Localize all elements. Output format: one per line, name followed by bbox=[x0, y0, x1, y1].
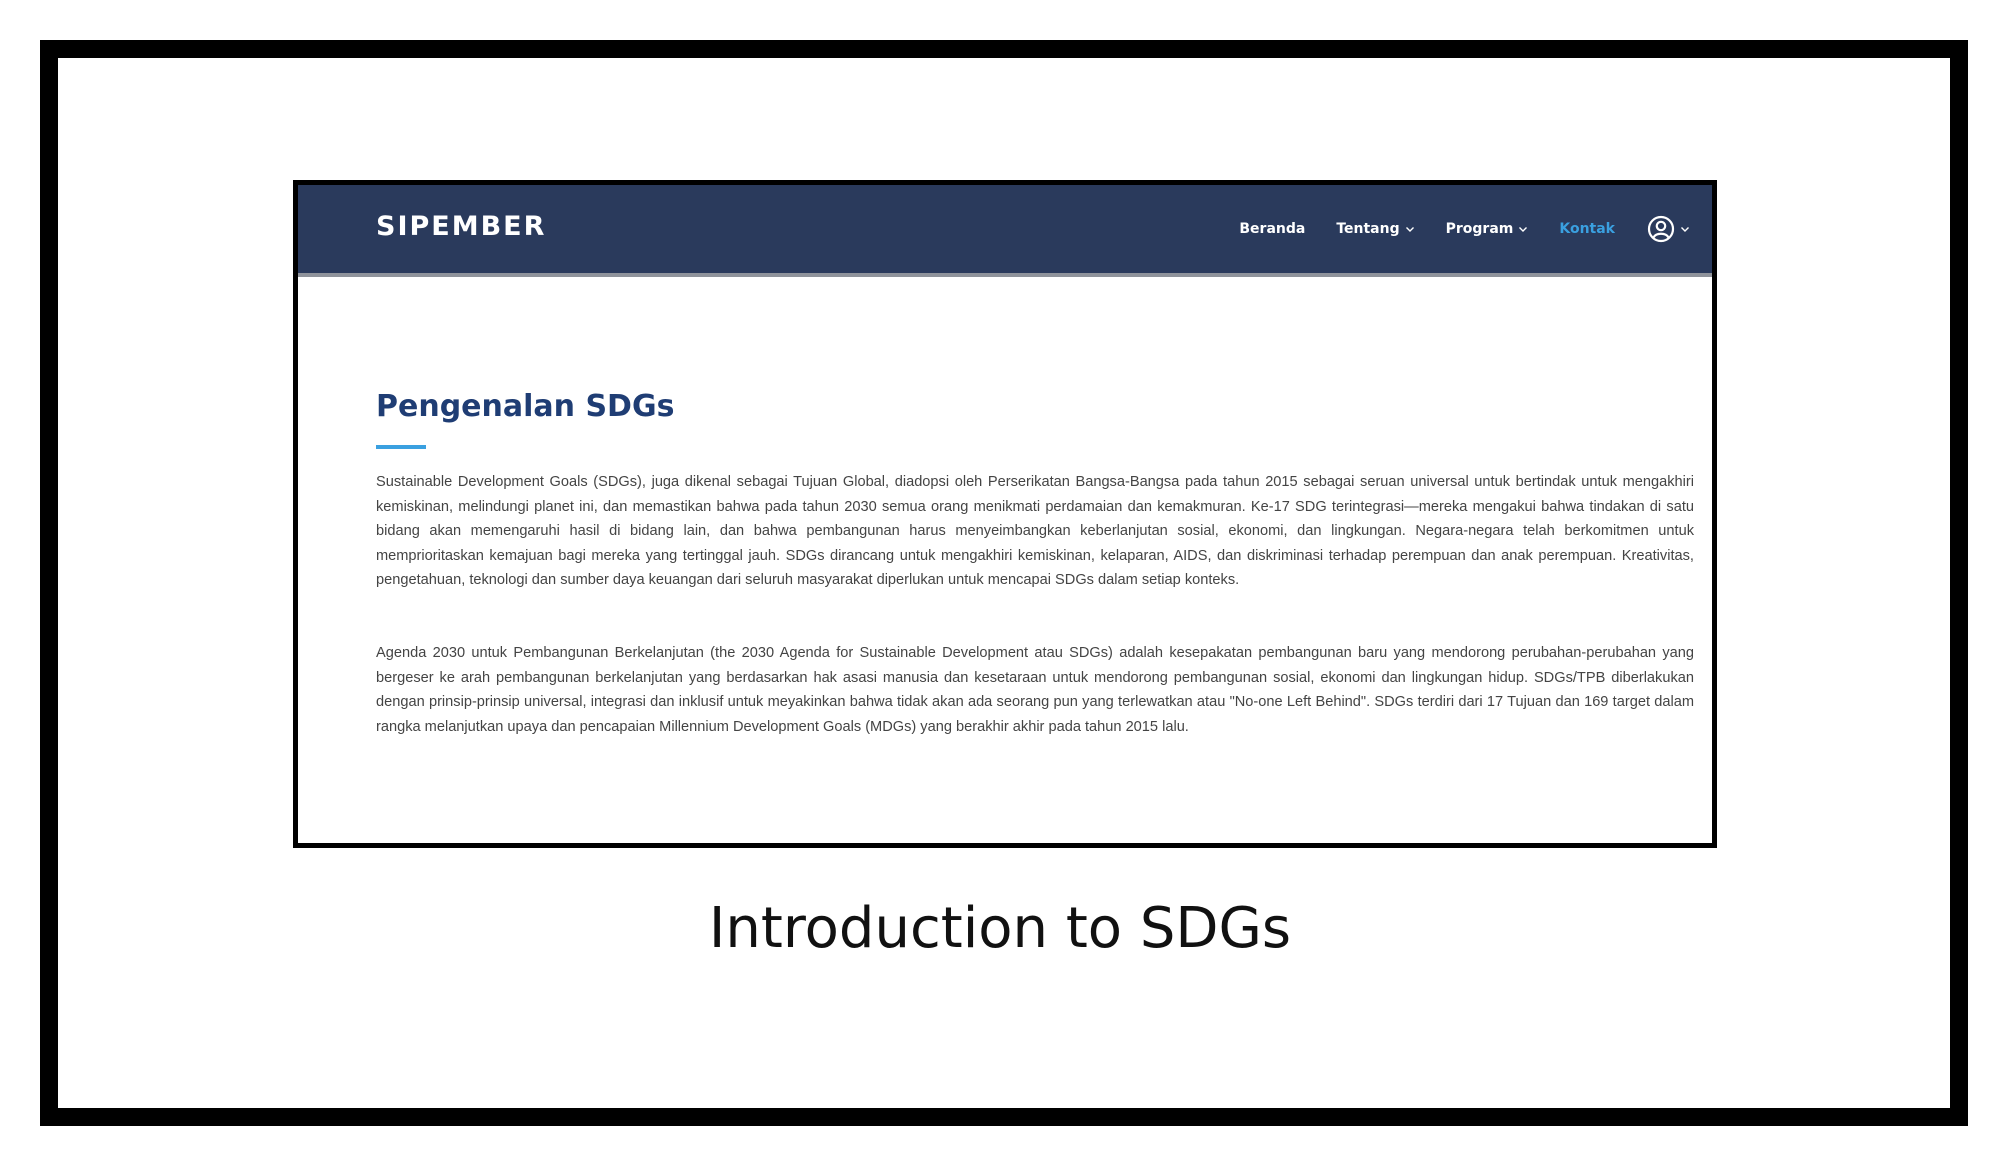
user-circle-icon bbox=[1647, 215, 1675, 243]
page-title: Pengenalan SDGs bbox=[376, 389, 675, 424]
nav-item-beranda[interactable]: Beranda bbox=[1239, 221, 1305, 237]
nav-item-tentang[interactable]: Tentang bbox=[1336, 221, 1414, 237]
slide-caption: Introduction to SDGs bbox=[708, 896, 1292, 961]
title-underline bbox=[376, 445, 426, 449]
nav-item-label: Beranda bbox=[1239, 221, 1306, 237]
agenda-paragraph: Agenda 2030 untuk Pembangunan Berkelanju… bbox=[376, 645, 1694, 735]
chevron-down-icon bbox=[1405, 227, 1414, 232]
navbar: SIPEMBER Beranda Tentang Program Kontak bbox=[298, 185, 1712, 277]
brand-logo[interactable]: SIPEMBER bbox=[376, 211, 546, 242]
website-screenshot: SIPEMBER Beranda Tentang Program Kontak bbox=[293, 180, 1717, 848]
user-menu[interactable] bbox=[1647, 215, 1690, 243]
intro-paragraph: Sustainable Development Goals (SDGs), ju… bbox=[376, 474, 1694, 588]
chevron-down-icon bbox=[1519, 227, 1528, 232]
nav-item-kontak[interactable]: Kontak bbox=[1559, 221, 1615, 237]
nav-item-label: Tentang bbox=[1336, 221, 1400, 237]
nav-menu: Beranda Tentang Program Kontak bbox=[1208, 185, 1690, 273]
nav-item-program[interactable]: Program bbox=[1446, 221, 1529, 237]
nav-item-label: Program bbox=[1445, 221, 1514, 237]
chevron-down-icon bbox=[1681, 227, 1689, 232]
nav-item-label: Kontak bbox=[1559, 221, 1615, 237]
